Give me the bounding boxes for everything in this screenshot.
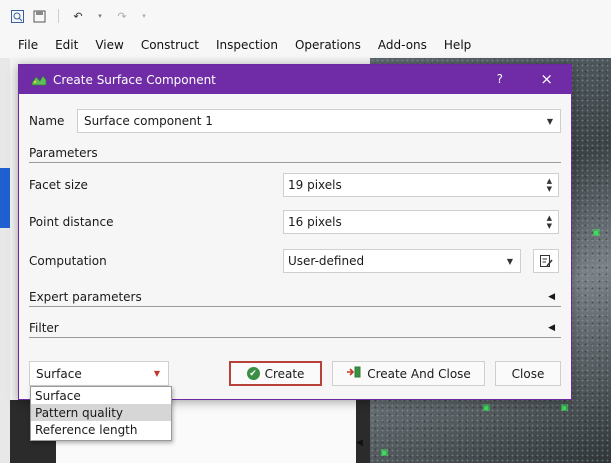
- name-label: Name: [29, 114, 65, 128]
- computation-value: User-defined: [288, 254, 365, 268]
- create-button[interactable]: ✔ Create: [229, 361, 322, 386]
- edit-parameters-button[interactable]: [533, 249, 559, 273]
- point-distance-row: Point distance 16 pixels ▲ ▼: [29, 210, 561, 234]
- name-row: Name Surface component 1 ▼: [29, 109, 561, 133]
- parameters-header-label: Parameters: [29, 145, 98, 160]
- visualization-combo[interactable]: Surface ▼: [29, 361, 169, 386]
- create-and-close-button[interactable]: Create And Close: [332, 361, 485, 386]
- point-marker-icon: ▣: [560, 403, 569, 413]
- check-icon: ✔: [246, 367, 260, 380]
- redo-icon[interactable]: ↷: [115, 9, 129, 23]
- surface-component-icon: [31, 74, 47, 86]
- point-distance-label: Point distance: [29, 215, 114, 229]
- create-and-close-label: Create And Close: [367, 366, 471, 381]
- computation-row: Computation User-defined ▼: [29, 249, 561, 273]
- dropdown-option-surface[interactable]: Surface: [31, 387, 171, 404]
- computation-label: Computation: [29, 254, 107, 268]
- toolbar-divider: [58, 9, 59, 23]
- facet-size-value: 19 pixels: [288, 178, 342, 192]
- collapse-arrow-icon[interactable]: ◀: [548, 292, 555, 302]
- filter-label: Filter: [29, 320, 59, 335]
- help-button[interactable]: ?: [497, 72, 503, 86]
- close-label: Close: [511, 366, 545, 381]
- facet-size-label: Facet size: [29, 178, 88, 192]
- chevron-down-icon[interactable]: ▼: [154, 369, 160, 378]
- collapse-arrow-icon[interactable]: ◀: [548, 323, 555, 333]
- parameters-section-header: Parameters: [29, 143, 561, 163]
- filter-section-header[interactable]: Filter ◀: [29, 318, 561, 338]
- dropdown-option-reference-length[interactable]: Reference length: [31, 421, 171, 438]
- menu-help[interactable]: Help: [444, 38, 471, 52]
- left-panel-selection: [0, 168, 10, 228]
- save-icon[interactable]: [32, 9, 46, 23]
- expert-parameters-section-header[interactable]: Expert parameters ◀: [29, 287, 561, 307]
- facet-size-spinbox[interactable]: 19 pixels ▲ ▼: [283, 173, 559, 197]
- zoom-icon[interactable]: [10, 9, 24, 23]
- close-button[interactable]: Close: [495, 361, 561, 386]
- point-marker-icon: ▣: [592, 228, 601, 238]
- spin-arrows-icon[interactable]: ▲ ▼: [547, 214, 552, 230]
- edit-icon: [540, 255, 553, 267]
- dropdown-option-pattern-quality[interactable]: Pattern quality: [31, 404, 171, 421]
- menu-file[interactable]: File: [18, 38, 38, 52]
- spin-arrows-icon[interactable]: ▲ ▼: [547, 177, 552, 193]
- create-surface-component-dialog: Create Surface Component ? × Name Surfac…: [18, 64, 572, 400]
- dialog-titlebar[interactable]: Create Surface Component ? ×: [19, 65, 571, 94]
- create-and-close-icon: [346, 366, 362, 381]
- chevron-down-icon[interactable]: ▼: [547, 117, 553, 126]
- menu-view[interactable]: View: [95, 38, 123, 52]
- menu-inspection[interactable]: Inspection: [216, 38, 278, 52]
- menu-edit[interactable]: Edit: [55, 38, 78, 52]
- create-label: Create: [264, 366, 305, 381]
- name-combo[interactable]: Surface component 1 ▼: [77, 109, 561, 133]
- computation-combo[interactable]: User-defined ▼: [283, 249, 521, 273]
- facet-size-row: Facet size 19 pixels ▲ ▼: [29, 173, 561, 197]
- quick-access-toolbar: ↶ ▾ ↷ ▾: [0, 0, 611, 32]
- point-distance-spinbox[interactable]: 16 pixels ▲ ▼: [283, 210, 559, 234]
- expert-parameters-label: Expert parameters: [29, 289, 142, 304]
- collapse-arrow-icon[interactable]: ◀: [356, 438, 363, 448]
- close-icon[interactable]: ×: [540, 70, 553, 88]
- name-value: Surface component 1: [84, 114, 213, 128]
- menu-operations[interactable]: Operations: [295, 38, 361, 52]
- visualization-value: Surface: [36, 366, 82, 381]
- undo-dropdown-icon[interactable]: ▾: [93, 9, 107, 23]
- menu-bar: File Edit View Construct Inspection Oper…: [0, 32, 611, 58]
- chevron-down-icon[interactable]: ▼: [507, 257, 513, 266]
- point-marker-icon: ▣: [380, 448, 389, 458]
- menu-construct[interactable]: Construct: [141, 38, 199, 52]
- dialog-title: Create Surface Component: [53, 72, 216, 87]
- point-distance-value: 16 pixels: [288, 215, 342, 229]
- redo-dropdown-icon[interactable]: ▾: [137, 9, 151, 23]
- visualization-dropdown-list: Surface Pattern quality Reference length: [30, 386, 172, 441]
- menu-add-ons[interactable]: Add-ons: [378, 38, 427, 52]
- point-marker-icon: ▣: [482, 403, 491, 413]
- left-panel-strip: [0, 58, 10, 463]
- undo-icon[interactable]: ↶: [71, 9, 85, 23]
